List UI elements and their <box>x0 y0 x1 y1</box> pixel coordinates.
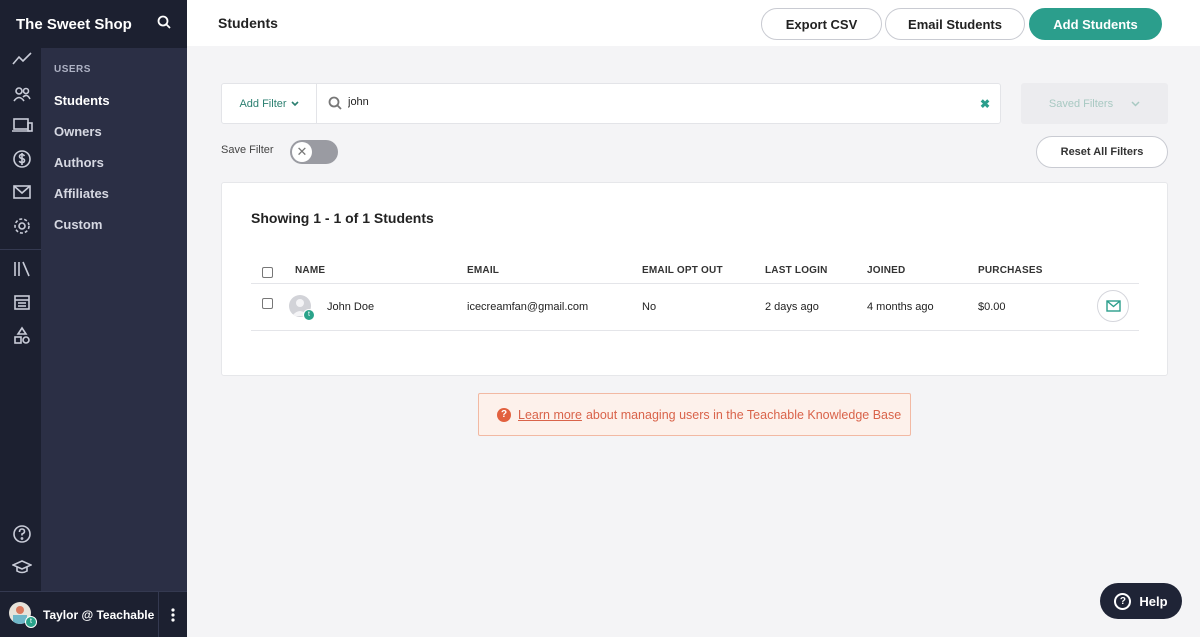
help-label: Help <box>1139 593 1168 609</box>
user-name[interactable]: Taylor @ Teachable <box>43 608 154 622</box>
column-header-purchases[interactable]: PURCHASES <box>978 265 1043 276</box>
user-account-bar[interactable]: t Taylor @ Teachable <box>0 591 187 637</box>
sites-icon[interactable] <box>11 115 33 137</box>
settings-icon[interactable] <box>11 215 33 237</box>
banner-text: about managing users in the Teachable Kn… <box>585 407 902 422</box>
calendar-icon[interactable] <box>11 291 33 313</box>
save-filter-label: Save Filter <box>221 144 274 156</box>
user-badge: t <box>25 616 37 628</box>
analytics-icon[interactable] <box>11 48 33 70</box>
users-icon[interactable] <box>11 84 33 106</box>
student-joined: 4 months ago <box>867 301 934 313</box>
subnav-item-students[interactable]: Students <box>41 85 187 116</box>
student-search-input[interactable] <box>348 96 948 108</box>
users-subnav: USERS Students Owners Authors Affiliates… <box>41 48 187 591</box>
email-icon[interactable] <box>11 181 33 203</box>
knowledge-base-banner: ? Learn more about managing users in the… <box>478 393 911 436</box>
student-last-login: 2 days ago <box>765 301 819 313</box>
sales-icon[interactable] <box>11 148 33 170</box>
students-table-card: Showing 1 - 1 of 1 Students NAME EMAIL E… <box>221 182 1168 376</box>
column-header-email[interactable]: EMAIL <box>467 265 499 276</box>
student-badge: t <box>303 309 315 321</box>
table-row-divider <box>251 330 1139 331</box>
help-icon: ? <box>1114 592 1132 610</box>
close-icon: ✕ <box>292 142 312 162</box>
graduation-cap-icon[interactable] <box>11 556 33 578</box>
subnav-item-owners[interactable]: Owners <box>41 116 187 147</box>
clear-search-icon[interactable]: ✖ <box>980 97 990 111</box>
more-vertical-icon[interactable] <box>158 592 187 637</box>
student-name[interactable]: John Doe <box>327 301 374 313</box>
chevron-down-icon <box>290 100 299 106</box>
table-header-divider <box>251 283 1139 284</box>
library-icon[interactable] <box>11 258 33 280</box>
student-purchases: $0.00 <box>978 301 1006 313</box>
select-all-checkbox[interactable] <box>262 267 273 278</box>
sidebar-rail <box>0 0 41 637</box>
saved-filters-label: Saved Filters <box>1048 97 1114 110</box>
export-csv-button[interactable]: Export CSV <box>761 8 882 40</box>
search-icon <box>328 96 342 110</box>
column-header-last-login[interactable]: LAST LOGIN <box>765 265 828 276</box>
row-checkbox[interactable] <box>262 298 273 309</box>
results-summary: Showing 1 - 1 of 1 Students <box>251 210 434 226</box>
subnav-item-custom[interactable]: Custom <box>41 209 187 240</box>
email-students-button[interactable]: Email Students <box>885 8 1025 40</box>
chevron-down-icon <box>1131 100 1140 107</box>
column-header-joined[interactable]: JOINED <box>867 265 905 276</box>
filter-bar: Add Filter ✖ <box>221 83 1001 124</box>
page-title: Students <box>218 15 278 31</box>
column-header-name[interactable]: NAME <box>295 265 325 276</box>
student-opt-out: No <box>642 301 657 313</box>
student-email: icecreamfan@gmail.com <box>467 301 589 313</box>
search-icon[interactable] <box>157 15 171 34</box>
column-header-opt-out[interactable]: EMAIL OPT OUT <box>642 265 723 276</box>
add-students-button[interactable]: Add Students <box>1029 8 1162 40</box>
add-filter-label: Add Filter <box>239 97 287 110</box>
question-icon: ? <box>497 407 511 422</box>
school-name[interactable]: The Sweet Shop <box>16 16 132 33</box>
mail-icon <box>1105 300 1121 312</box>
reset-all-filters-button[interactable]: Reset All Filters <box>1036 136 1168 168</box>
learn-more-link[interactable]: Learn more <box>518 408 582 422</box>
email-student-button[interactable] <box>1097 290 1129 322</box>
subnav-item-affiliates[interactable]: Affiliates <box>41 178 187 209</box>
rail-divider <box>0 249 41 250</box>
saved-filters-dropdown[interactable]: Saved Filters <box>1021 83 1168 124</box>
add-filter-button[interactable]: Add Filter <box>222 84 317 123</box>
save-filter-toggle[interactable]: ✕ <box>290 140 338 164</box>
subnav-item-authors[interactable]: Authors <box>41 147 187 178</box>
help-circle-icon[interactable] <box>11 523 33 545</box>
sidebar-header: The Sweet Shop <box>0 0 187 48</box>
help-button[interactable]: ? Help <box>1100 583 1182 619</box>
shapes-icon[interactable] <box>11 325 33 347</box>
subnav-title: USERS <box>54 64 91 75</box>
